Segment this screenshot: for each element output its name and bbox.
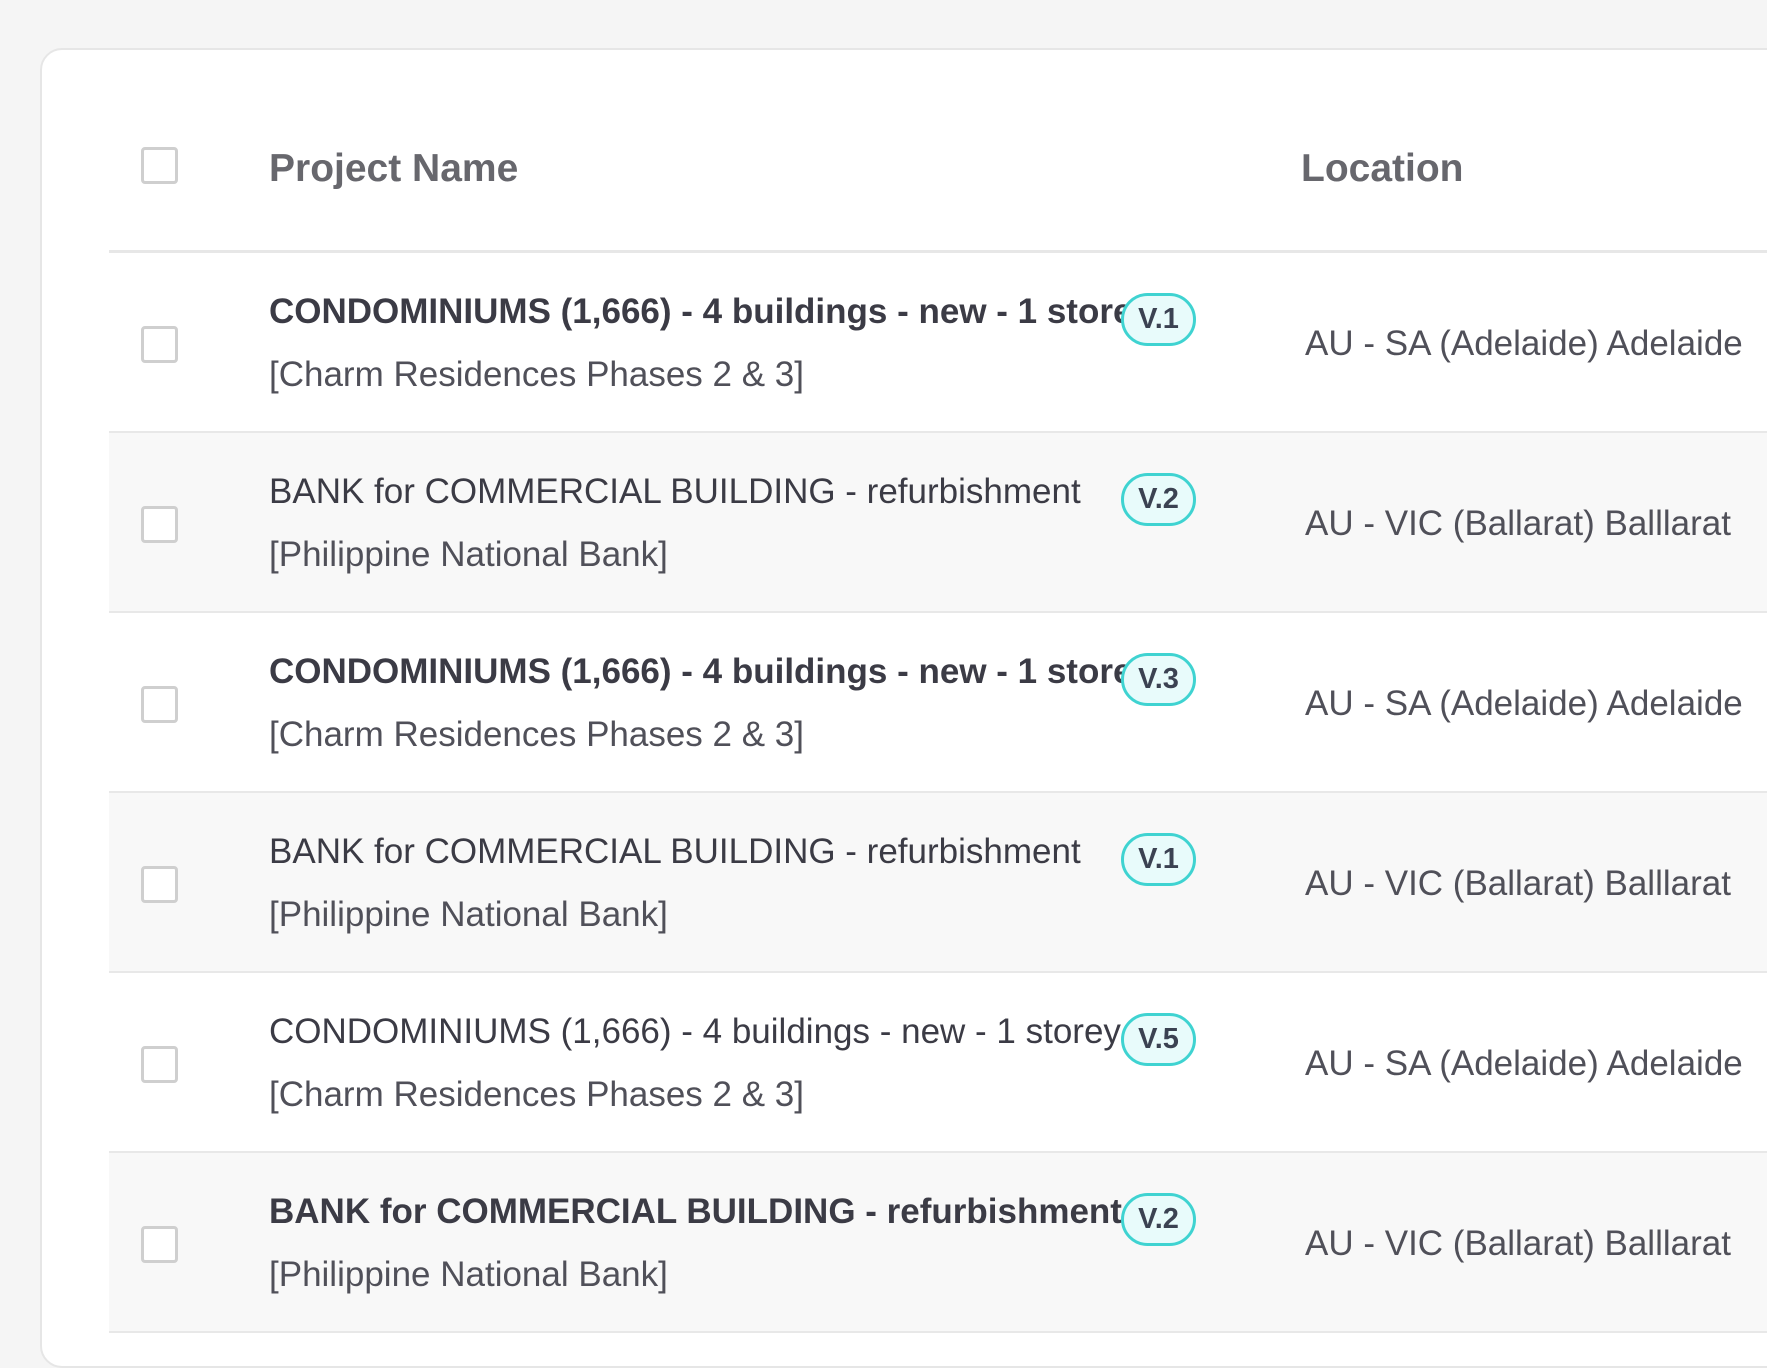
select-all-checkbox[interactable] xyxy=(141,147,178,184)
project-client: [Philippine National Bank] xyxy=(269,1255,668,1294)
row-checkbox[interactable] xyxy=(141,866,178,903)
version-badge: V.3 xyxy=(1121,653,1196,706)
table-header-row: Project Name Location xyxy=(109,50,1767,253)
table-row[interactable]: BANK for COMMERCIAL BUILDING - refurbish… xyxy=(109,1153,1767,1333)
project-location: AU - SA (Adelaide) Adelaide xyxy=(1305,1044,1743,1083)
project-location: AU - SA (Adelaide) Adelaide xyxy=(1305,324,1743,363)
row-checkbox[interactable] xyxy=(141,686,178,723)
row-checkbox[interactable] xyxy=(141,326,178,363)
project-title: CONDOMINIUMS (1,666) - 4 buildings - new… xyxy=(269,1012,1121,1051)
table-row[interactable]: BANK for COMMERCIAL BUILDING - refurbish… xyxy=(109,433,1767,613)
project-client: [Charm Residences Phases 2 & 3] xyxy=(269,715,804,754)
project-title: BANK for COMMERCIAL BUILDING - refurbish… xyxy=(269,832,1081,871)
table-row[interactable]: CONDOMINIUMS (1,666) - 4 buildings - new… xyxy=(109,253,1767,433)
project-title: BANK for COMMERCIAL BUILDING - refurbish… xyxy=(269,472,1081,511)
row-checkbox[interactable] xyxy=(141,1226,178,1263)
table-row[interactable]: CONDOMINIUMS (1,666) - 4 buildings - new… xyxy=(109,973,1767,1153)
project-name-column-header[interactable]: Project Name xyxy=(269,149,518,188)
project-client: [Philippine National Bank] xyxy=(269,895,668,934)
project-location: AU - VIC (Ballarat) Balllarat xyxy=(1305,504,1731,543)
projects-card: Project Name Location CONDOMINIUMS (1,66… xyxy=(40,48,1767,1368)
project-client: [Charm Residences Phases 2 & 3] xyxy=(269,355,804,394)
project-title: CONDOMINIUMS (1,666) - 4 buildings - new… xyxy=(269,652,1152,691)
row-checkbox[interactable] xyxy=(141,1046,178,1083)
project-location: AU - SA (Adelaide) Adelaide xyxy=(1305,684,1743,723)
table-row[interactable]: BANK for COMMERCIAL BUILDING - refurbish… xyxy=(109,793,1767,973)
version-badge: V.5 xyxy=(1121,1013,1196,1066)
version-badge: V.1 xyxy=(1121,833,1196,886)
project-title: CONDOMINIUMS (1,666) - 4 buildings - new… xyxy=(269,292,1152,331)
row-checkbox[interactable] xyxy=(141,506,178,543)
project-location: AU - VIC (Ballarat) Balllarat xyxy=(1305,864,1731,903)
project-client: [Philippine National Bank] xyxy=(269,535,668,574)
location-column-header[interactable]: Location xyxy=(1301,149,1464,188)
project-client: [Charm Residences Phases 2 & 3] xyxy=(269,1075,804,1114)
projects-table: Project Name Location CONDOMINIUMS (1,66… xyxy=(109,50,1767,1333)
version-badge: V.2 xyxy=(1121,1193,1196,1246)
table-row[interactable]: CONDOMINIUMS (1,666) - 4 buildings - new… xyxy=(109,613,1767,793)
project-title: BANK for COMMERCIAL BUILDING - refurbish… xyxy=(269,1192,1122,1231)
version-badge: V.1 xyxy=(1121,293,1196,346)
project-location: AU - VIC (Ballarat) Balllarat xyxy=(1305,1224,1731,1263)
version-badge: V.2 xyxy=(1121,473,1196,526)
